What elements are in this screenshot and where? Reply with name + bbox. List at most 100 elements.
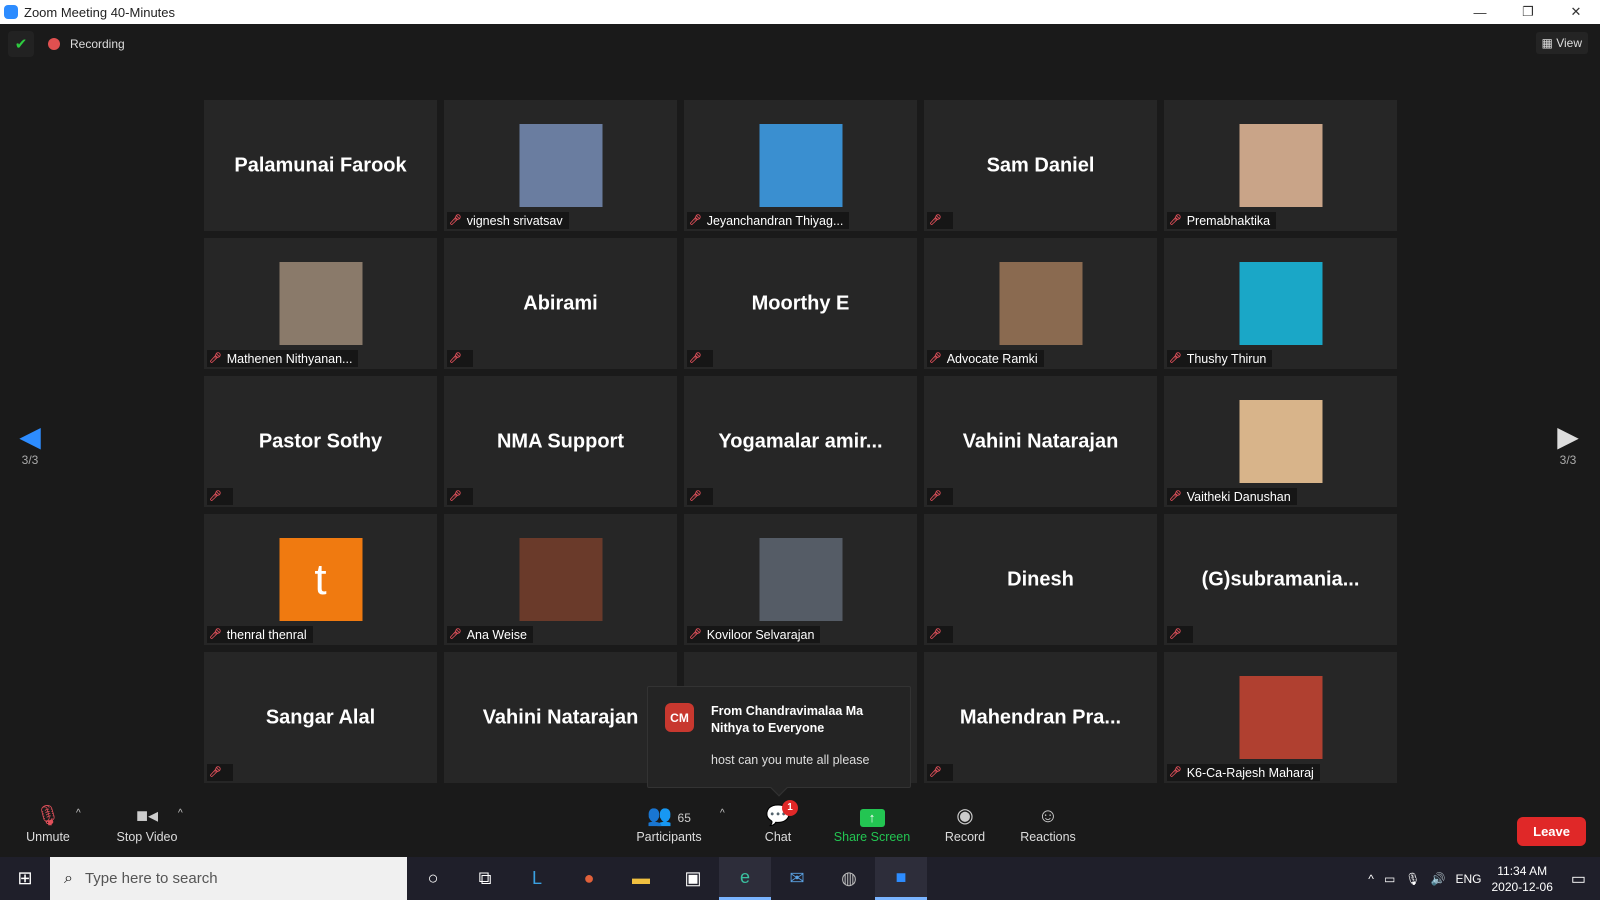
participant-grid: Palamunai Farook 🎤︎vignesh srivatsav 🎤︎Jey… — [204, 100, 1397, 783]
chat-button[interactable]: 💬1Chat — [758, 802, 798, 844]
participant-label: 🎤︎K6-Ca-Rajesh Maharaj — [1167, 764, 1320, 781]
participants-options-caret[interactable]: ^ — [720, 808, 725, 819]
participant-tile[interactable]: (G)subramania...🎤︎ — [1164, 514, 1397, 645]
clock-time: 11:34 AM — [1491, 863, 1552, 879]
view-button[interactable]: ▦ View — [1536, 32, 1588, 54]
participants-button[interactable]: 👥 65Participants — [634, 802, 704, 844]
video-camera-icon: ■◂ — [112, 802, 182, 830]
volume-icon[interactable]: 🔊 — [1431, 872, 1446, 886]
participant-tile[interactable]: 🎤︎Thushy Thirun — [1164, 238, 1397, 369]
participant-tile[interactable]: 🎤︎Vaitheki Danushan — [1164, 376, 1397, 507]
participant-label: 🎤︎ — [207, 764, 233, 781]
participant-tile[interactable]: Palamunai Farook — [204, 100, 437, 231]
windows-start-icon[interactable]: ⊞ — [0, 868, 50, 889]
language-indicator[interactable]: ENG — [1455, 872, 1481, 886]
store-icon[interactable]: ▣ — [667, 857, 719, 900]
participant-label: 🎤︎Koviloor Selvarajan — [687, 626, 820, 643]
share-screen-button[interactable]: ↑Share Screen — [832, 802, 912, 844]
popup-pointer — [771, 780, 788, 797]
participant-label: 🎤︎ — [687, 488, 713, 505]
edge-icon[interactable]: e — [719, 857, 771, 900]
recording-status: Recording — [70, 37, 125, 51]
previous-page-button[interactable]: ◀3/3 — [10, 420, 50, 467]
participant-label: 🎤︎ — [927, 764, 953, 781]
stop-video-button[interactable]: ■◂Stop Video — [112, 802, 182, 844]
muted-mic-icon: 🎤︎ — [689, 353, 702, 364]
leave-button[interactable]: Leave — [1517, 817, 1586, 846]
participant-tile[interactable]: Yogamalar amir...🎤︎ — [684, 376, 917, 507]
muted-mic-icon: 🎤︎ — [209, 353, 222, 364]
zoom-taskbar-icon[interactable]: ■ — [875, 857, 927, 900]
next-page-button[interactable]: ▶3/3 — [1548, 420, 1588, 467]
security-shield-icon[interactable]: ✔ — [8, 31, 34, 57]
muted-mic-icon: 🎤︎ — [929, 629, 942, 640]
participant-label: 🎤︎thenral thenral — [207, 626, 313, 643]
chat-unread-badge: 1 — [782, 800, 798, 816]
muted-mic-icon: 🎤︎ — [1169, 215, 1182, 226]
minimize-button[interactable]: — — [1456, 0, 1504, 24]
participant-label: 🎤︎ — [447, 350, 473, 367]
participant-tile[interactable]: 🎤︎Premabhaktika — [1164, 100, 1397, 231]
search-icon: ⌕ — [64, 870, 73, 888]
chrome-icon[interactable]: ◍ — [823, 857, 875, 900]
audio-options-caret[interactable]: ^ — [76, 808, 81, 819]
participant-label: 🎤︎ — [927, 212, 953, 229]
battery-icon[interactable]: ▭ — [1384, 872, 1395, 886]
participant-tile[interactable]: 🎤︎ Mathenen Nithyanan... — [204, 238, 437, 369]
clock[interactable]: 11:34 AM2020-12-06 — [1491, 863, 1552, 895]
muted-mic-icon: 🎤︎ — [929, 353, 942, 364]
participant-tile[interactable]: Dinesh🎤︎ — [924, 514, 1157, 645]
muted-mic-icon: 🎤︎ — [449, 215, 462, 226]
view-label: View — [1556, 36, 1582, 50]
participant-tile[interactable]: Vahini Natarajan — [444, 652, 677, 783]
cortana-icon[interactable]: ○ — [407, 857, 459, 900]
clock-date: 2020-12-06 — [1491, 879, 1552, 895]
participant-tile[interactable]: 🎤︎ Advocate Ramki — [924, 238, 1157, 369]
participant-name: Advocate Ramki — [947, 352, 1038, 366]
participant-label: 🎤︎vignesh srivatsav — [447, 212, 569, 229]
participant-photo — [279, 262, 362, 345]
participant-tile[interactable]: Sangar Alal🎤︎ — [204, 652, 437, 783]
participant-tile[interactable]: 🎤︎Ana Weise — [444, 514, 677, 645]
search-placeholder: Type here to search — [85, 870, 218, 887]
participant-tile[interactable]: Pastor Sothy🎤︎ — [204, 376, 437, 507]
participant-tile[interactable]: Sam Daniel🎤︎ — [924, 100, 1157, 231]
participant-name: Mathenen Nithyanan... — [227, 352, 353, 366]
participant-label: 🎤︎ — [687, 350, 713, 367]
participant-tile[interactable]: 🎤︎Koviloor Selvarajan — [684, 514, 917, 645]
tray-chevron-icon[interactable]: ^ — [1368, 872, 1374, 886]
app-l-icon[interactable]: L — [511, 857, 563, 900]
close-button[interactable]: ✕ — [1552, 0, 1600, 24]
participant-tile[interactable]: 🎤︎Jeyanchandran Thiyag... — [684, 100, 917, 231]
participant-tile[interactable]: Moorthy E🎤︎ — [684, 238, 917, 369]
mail-icon[interactable]: ✉ — [771, 857, 823, 900]
chat-label: Chat — [758, 830, 798, 844]
muted-mic-icon: 🎤︎ — [1169, 353, 1182, 364]
participant-tile[interactable]: 🎤︎vignesh srivatsav — [444, 100, 677, 231]
participant-tile[interactable]: Vahini Natarajan🎤︎ — [924, 376, 1157, 507]
video-options-caret[interactable]: ^ — [178, 808, 183, 819]
chat-notification[interactable]: CM From Chandravimalaa Ma Nithya to Ever… — [647, 686, 911, 788]
record-button[interactable]: ◉Record — [940, 802, 990, 844]
reactions-button[interactable]: ☺Reactions — [1018, 802, 1078, 844]
participant-tile[interactable]: t🎤︎thenral thenral — [204, 514, 437, 645]
participant-photo — [1239, 262, 1322, 345]
participant-label: 🎤︎Ana Weise — [447, 626, 533, 643]
task-view-icon[interactable]: ⧉ — [459, 857, 511, 900]
participant-tile[interactable]: 🎤︎K6-Ca-Rajesh Maharaj — [1164, 652, 1397, 783]
share-screen-icon: ↑ — [860, 809, 885, 827]
participant-tile[interactable]: Mahendran Pra...🎤︎ — [924, 652, 1157, 783]
taskbar-search-box[interactable]: ⌕ Type here to search — [50, 857, 407, 900]
file-explorer-icon[interactable]: ▬ — [615, 857, 667, 900]
powerpoint-icon[interactable]: ● — [563, 857, 615, 900]
unmute-button[interactable]: 🎙Unmute — [22, 802, 74, 844]
participant-photo — [999, 262, 1082, 345]
participant-name: K6-Ca-Rajesh Maharaj — [1187, 766, 1314, 780]
restore-button[interactable]: ❐ — [1504, 0, 1552, 24]
participant-photo — [1239, 400, 1322, 483]
notifications-icon[interactable]: ▭ — [1571, 869, 1586, 889]
participant-tile[interactable]: Abirami🎤︎ — [444, 238, 677, 369]
participant-tile[interactable]: NMA Support🎤︎ — [444, 376, 677, 507]
microphone-icon[interactable]: 🎙 — [1405, 872, 1420, 886]
record-label: Record — [940, 830, 990, 844]
